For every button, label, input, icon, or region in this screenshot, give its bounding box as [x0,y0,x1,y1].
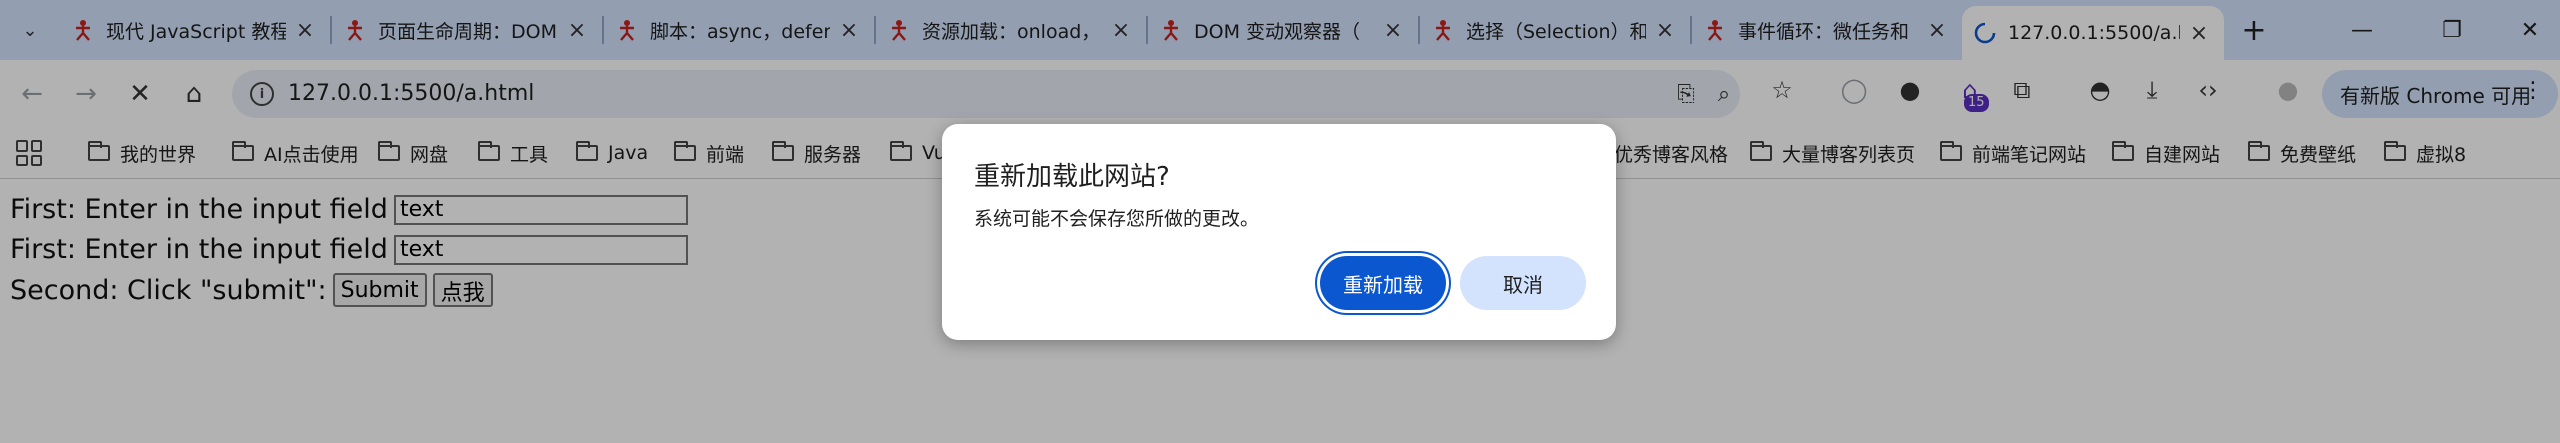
dialog-title: 重新加载此网站? [974,162,1170,192]
reload-button[interactable]: 重新加载 [1320,256,1446,310]
dialog-message: 系统可能不会保存您所做的更改。 [974,208,1260,230]
reload-site-dialog: 重新加载此网站? 系统可能不会保存您所做的更改。 重新加载 取消 [942,124,1616,340]
cancel-button[interactable]: 取消 [1460,256,1586,310]
